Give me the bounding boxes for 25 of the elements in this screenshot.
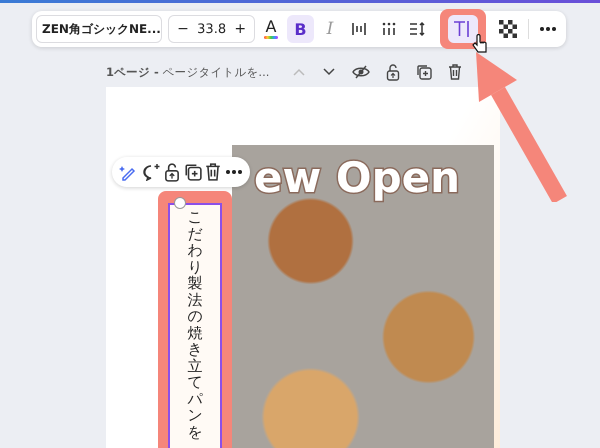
more-icon[interactable] (224, 169, 243, 175)
text-color-button[interactable]: A (257, 15, 285, 43)
more-icon (539, 26, 558, 32)
trash-icon[interactable] (448, 64, 462, 80)
decrease-button[interactable]: − (175, 21, 191, 37)
bold-button[interactable]: B (286, 15, 314, 43)
vertical-text-box[interactable]: こだわり製法の焼き立てパンを (168, 203, 222, 448)
duplicate-icon[interactable] (416, 64, 432, 80)
font-size-value[interactable]: 33.8 (197, 22, 226, 36)
eye-slash-icon[interactable] (352, 65, 370, 79)
unlock-icon[interactable] (386, 64, 400, 80)
checkerboard-icon (498, 20, 517, 38)
trash-icon[interactable] (205, 163, 222, 181)
list-icon (380, 20, 398, 38)
comment-add-icon[interactable] (140, 163, 161, 181)
increase-button[interactable]: + (232, 21, 248, 37)
duplicate-icon[interactable] (184, 163, 202, 181)
font-dropdown[interactable]: ZEN角ゴシックNE... (36, 15, 162, 43)
unlock-icon[interactable] (164, 162, 180, 182)
letter-spacing-icon (350, 20, 368, 38)
chevron-down-icon[interactable] (322, 67, 336, 77)
rotate-handle[interactable] (174, 197, 186, 209)
vertical-text-button[interactable] (448, 15, 478, 43)
vertical-text: こだわり製法の焼き立てパンを (188, 209, 202, 442)
page-title[interactable]: 1ページ - ページタイトルを... (106, 64, 270, 80)
